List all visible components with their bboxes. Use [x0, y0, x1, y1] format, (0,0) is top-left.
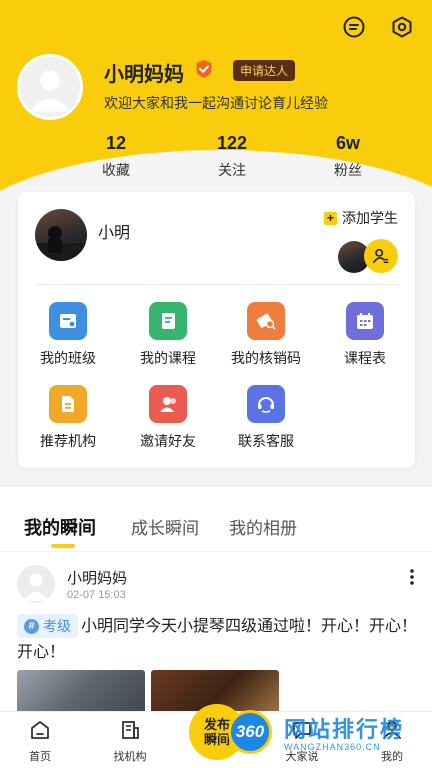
- tab-divider: [0, 551, 432, 552]
- post-tag-label: 考级: [43, 618, 71, 634]
- tab-my-album[interactable]: 我的相册: [229, 514, 297, 539]
- student-avatar[interactable]: [35, 209, 87, 261]
- switch-user-icon: [372, 248, 389, 264]
- menu-my-class[interactable]: 我的班级: [18, 302, 118, 368]
- menu-label: 联系客服: [238, 433, 294, 449]
- apply-expert-button[interactable]: 申请达人: [233, 60, 296, 81]
- publish-label: 发布: [203, 717, 230, 732]
- menu-label: 邀请好友: [140, 433, 196, 449]
- tab-growth-moments[interactable]: 成长瞬间: [131, 514, 199, 539]
- institution-icon: [49, 385, 87, 423]
- home-icon: [31, 721, 49, 739]
- menu-label: 我的班级: [40, 350, 96, 366]
- class-icon: [49, 302, 87, 340]
- post-author-name: 小明妈妈: [67, 570, 128, 587]
- profile-intro: 欢迎大家和我一起沟通讨论育儿经验: [104, 95, 328, 111]
- invite-icon: [149, 385, 187, 423]
- stat-label: 关注: [218, 162, 246, 178]
- add-student-label: 添加学生: [342, 210, 398, 226]
- stat-label: 粉丝: [334, 162, 362, 178]
- nickname: 小明妈妈: [104, 64, 184, 86]
- menu-label: 我的核销码: [231, 350, 301, 366]
- more-options-icon[interactable]: [406, 567, 418, 587]
- menu-invite-friends[interactable]: 邀请好友: [118, 385, 218, 451]
- menu-label: 推荐机构: [40, 433, 96, 449]
- building-icon: [122, 721, 139, 739]
- student-card: 小明 + 添加学生 我的班级 我的课程 我的核销码 课程表 推荐机构 邀请好友 …: [18, 192, 415, 468]
- menu-label: 我的课程: [140, 350, 196, 366]
- post-author-avatar[interactable]: [17, 565, 55, 603]
- plus-icon: +: [324, 211, 337, 225]
- stat-value: 6w: [335, 133, 360, 153]
- course-icon: [149, 302, 187, 340]
- switch-student-button[interactable]: [364, 239, 398, 273]
- post-tag[interactable]: # 考级: [17, 614, 78, 638]
- nav-home[interactable]: 首页: [10, 718, 70, 764]
- hashtag-icon: #: [24, 618, 39, 634]
- nav-find-institution[interactable]: 找机构: [100, 718, 160, 764]
- add-student-button[interactable]: + 添加学生: [324, 208, 398, 228]
- card-divider: [35, 284, 398, 285]
- stat-value: 122: [216, 133, 248, 153]
- watermark-title: 网站排行榜: [284, 717, 405, 742]
- menu-icon[interactable]: [341, 14, 367, 40]
- stat-value: 12: [105, 133, 127, 153]
- user-avatar[interactable]: [17, 54, 83, 120]
- nav-label: 找机构: [113, 751, 147, 763]
- site-watermark: 360 网站排行榜 WANGZHAN360.CN: [228, 706, 432, 768]
- watermark-badge: 360: [228, 710, 272, 754]
- menu-my-course[interactable]: 我的课程: [118, 302, 218, 368]
- student-name: 小明: [98, 225, 131, 242]
- coupon-icon: [247, 302, 285, 340]
- menu-my-coupon[interactable]: 我的核销码: [216, 302, 316, 368]
- stat-fans[interactable]: 6w 粉丝: [308, 133, 388, 180]
- stat-following[interactable]: 122 关注: [192, 133, 272, 180]
- menu-recommend-institution[interactable]: 推荐机构: [18, 385, 118, 451]
- nav-label: 首页: [29, 751, 51, 763]
- post-time: 02-07 15:03: [67, 589, 126, 601]
- service-icon: [247, 385, 285, 423]
- calendar-icon: [346, 302, 384, 340]
- menu-label: 课程表: [344, 350, 386, 366]
- menu-customer-service[interactable]: 联系客服: [216, 385, 316, 451]
- active-tab-indicator: [51, 544, 75, 548]
- verified-badge-icon: [194, 59, 214, 79]
- tab-my-moments[interactable]: 我的瞬间: [24, 514, 96, 540]
- watermark-sub: WANGZHAN360.CN: [284, 742, 381, 752]
- menu-timetable[interactable]: 课程表: [315, 302, 415, 368]
- publish-label: 瞬间: [203, 732, 230, 747]
- stat-favorites[interactable]: 12 收藏: [76, 133, 156, 180]
- settings-icon[interactable]: [389, 14, 415, 40]
- stat-label: 收藏: [102, 162, 130, 178]
